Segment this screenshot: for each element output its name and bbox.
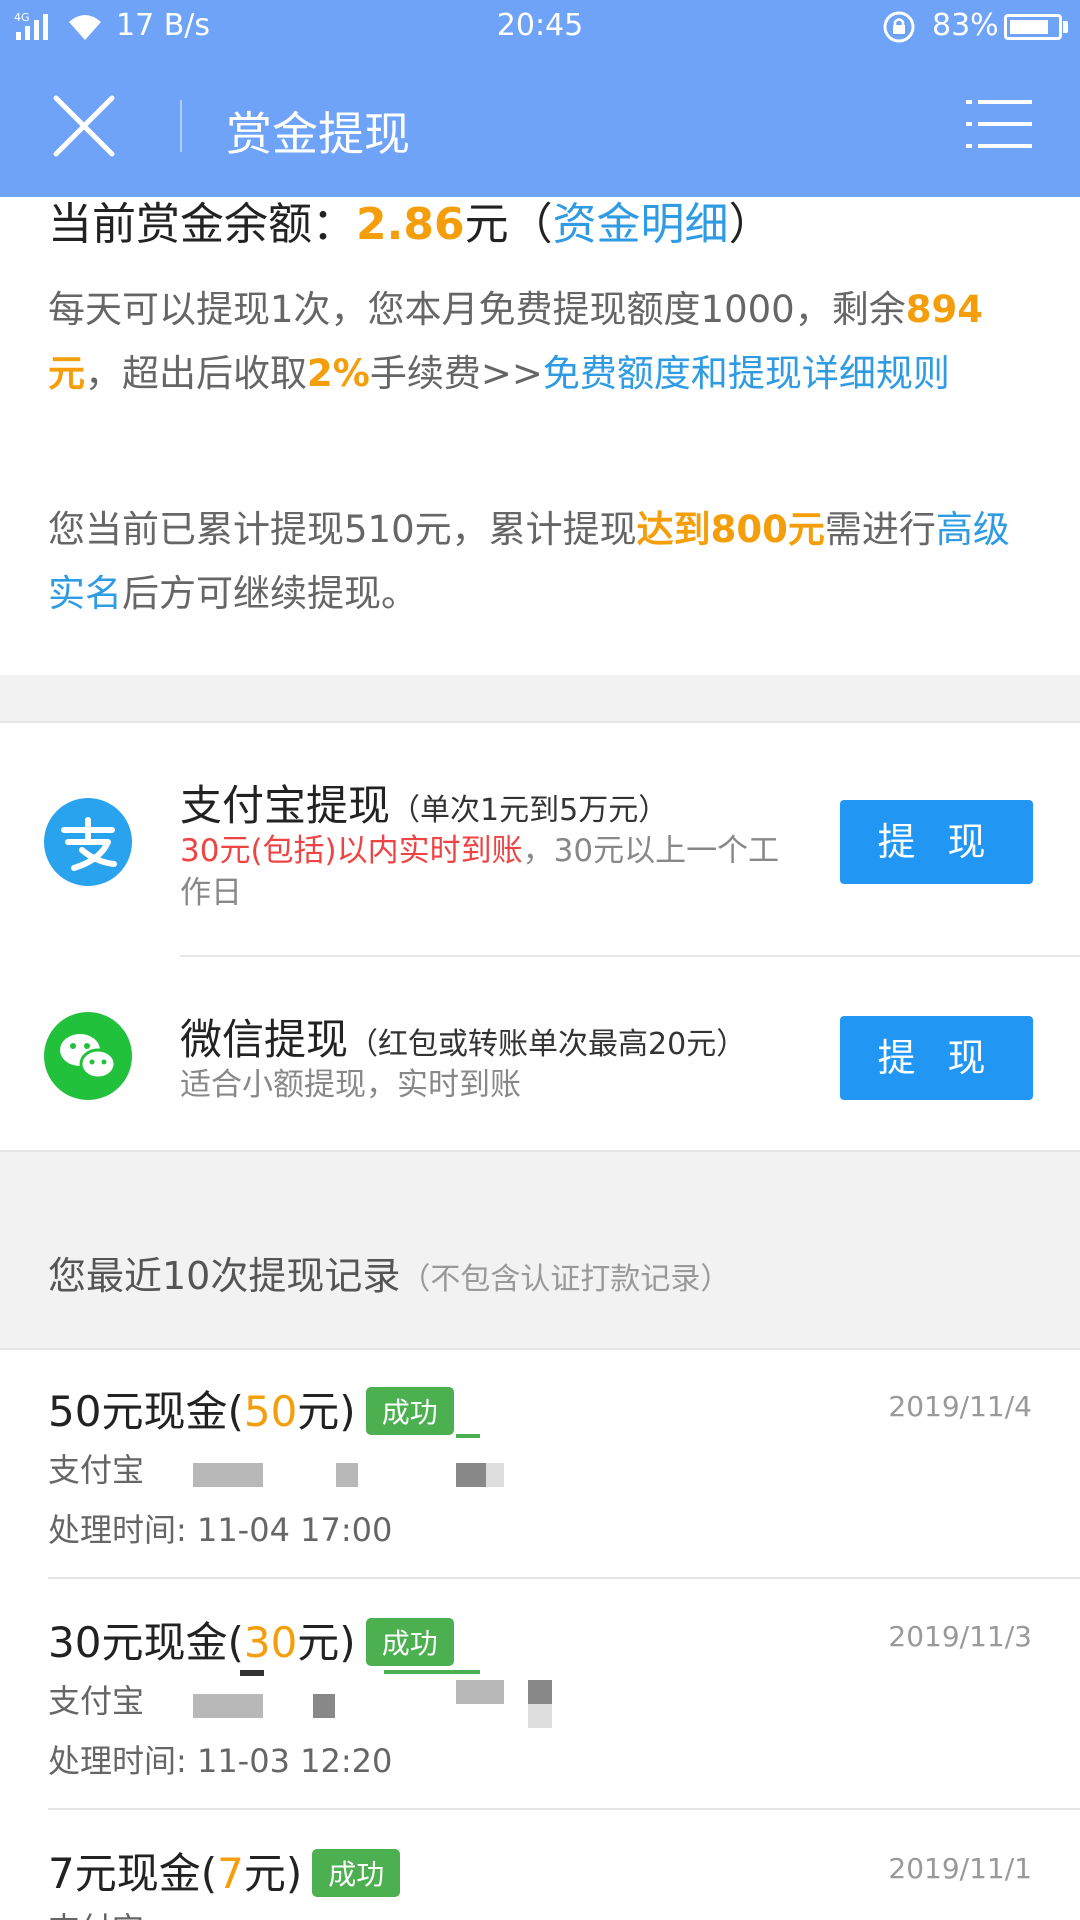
alipay-withdraw-button[interactable]: 提 现 <box>840 800 1033 884</box>
section-separator <box>0 675 1080 723</box>
redacted-account <box>313 1694 335 1718</box>
redaction-mark <box>240 1670 264 1676</box>
record-date: 2019/11/4 <box>888 1390 1032 1423</box>
records-header: 您最近10次提现记录（不包含认证打款记录） <box>48 1254 731 1298</box>
rules-link[interactable]: 免费额度和提现详细规则 <box>543 352 950 395</box>
record-method: 支付宝 <box>48 1904 144 1920</box>
alipay-option-title: 支付宝提现（单次1元到5万元） <box>180 781 669 830</box>
record-divider <box>48 1808 1080 1810</box>
alipay-icon <box>44 798 132 886</box>
redacted-account <box>456 1680 504 1704</box>
redaction-mark <box>384 1670 480 1674</box>
realname-notice: 您当前已累计提现510元，累计提现达到800元需进行高级实名后方可继续提现。 <box>48 508 1010 615</box>
battery-percent: 83% <box>932 8 999 43</box>
redacted-account <box>193 1694 263 1718</box>
redacted-account <box>456 1463 486 1487</box>
redacted-account <box>528 1680 552 1704</box>
record-date: 2019/11/3 <box>888 1620 1032 1653</box>
redacted-account <box>336 1463 358 1487</box>
redacted-account <box>193 1463 263 1487</box>
option-divider <box>180 955 1080 957</box>
menu-icon[interactable] <box>966 96 1032 152</box>
redaction-mark <box>456 1434 480 1438</box>
lock-rotation-icon <box>883 11 915 43</box>
withdraw-rules-text: 每天可以提现1次，您本月免费提现额度1000，剩余894元，超出后收取2%手续费… <box>48 288 983 395</box>
record-method: 支付宝 <box>48 1682 145 1720</box>
status-badge: 成功 <box>312 1848 401 1897</box>
record-amount: 30元现金(30元) 成功 <box>48 1609 454 1670</box>
record-method: 支付宝 <box>48 1451 145 1489</box>
wechat-withdraw-button[interactable]: 提 现 <box>840 1016 1033 1100</box>
status-bar: 4G 17 B/s 20:45 83% <box>0 0 1080 56</box>
redacted-account <box>486 1463 504 1487</box>
balance-amount: 2.86 <box>356 199 465 250</box>
record-time: 处理时间: 11-03 12:20 <box>48 1742 393 1780</box>
clock: 20:45 <box>496 8 584 43</box>
record-time: 处理时间: 11-04 17:00 <box>48 1511 393 1549</box>
status-badge: 成功 <box>365 1386 454 1435</box>
fund-detail-link[interactable]: 资金明细 <box>553 199 729 250</box>
record-amount: 50元现金(50元) 成功 <box>48 1378 454 1439</box>
record-date: 2019/11/1 <box>888 1852 1032 1885</box>
wechat-option-desc: 适合小额提现，实时到账 <box>180 1067 521 1103</box>
close-icon[interactable] <box>48 90 120 162</box>
record-divider <box>48 1577 1080 1579</box>
nav-divider <box>180 100 182 152</box>
battery-icon <box>1004 14 1062 40</box>
battery-tip <box>1063 21 1068 33</box>
wechat-icon <box>44 1012 132 1100</box>
redacted-account <box>528 1704 552 1728</box>
page-title: 赏金提现 <box>226 107 410 161</box>
alipay-option-desc: 30元(包括)以内实时到账，30元以上一个工作日 <box>180 833 780 911</box>
balance-line: 当前赏金余额：2.86元（资金明细） <box>48 199 773 250</box>
record-amount: 7元现金(7元) 成功 <box>48 1840 401 1901</box>
wechat-option-title: 微信提现（红包或转账单次最高20元） <box>180 1015 747 1064</box>
app-header: 4G 17 B/s 20:45 83% 赏金提现 <box>0 0 1080 197</box>
status-badge: 成功 <box>365 1617 454 1666</box>
